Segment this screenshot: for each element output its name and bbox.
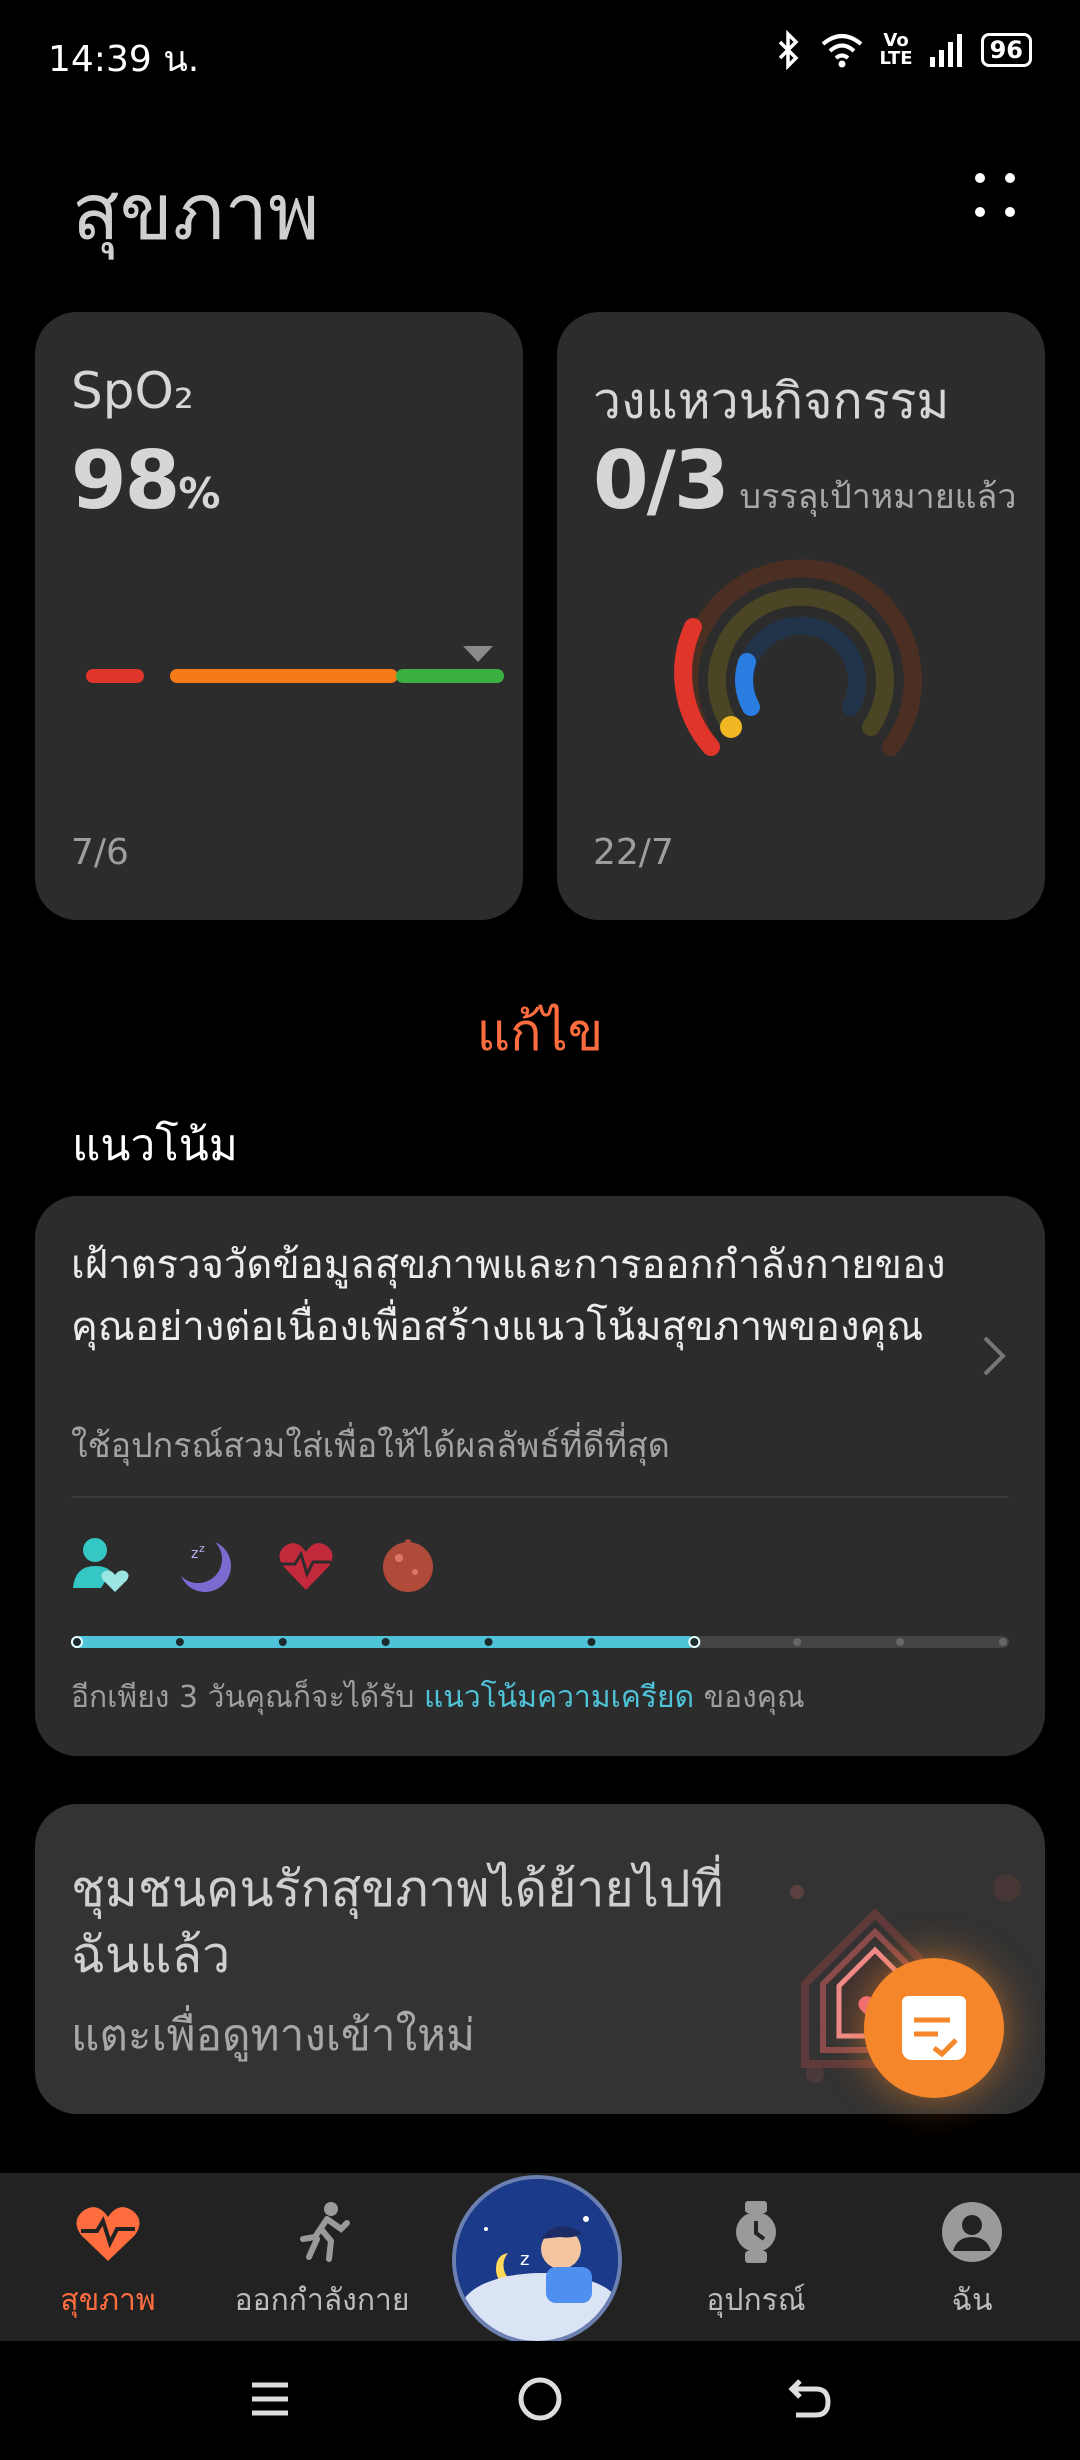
progress-step-dot xyxy=(688,1636,701,1648)
sleep-center-icon: z xyxy=(456,2179,618,2341)
heart-rate-icon xyxy=(279,1543,333,1590)
spo2-range-bar xyxy=(86,646,504,683)
nav-me-label: ฉัน xyxy=(951,2283,993,2318)
wifi-icon xyxy=(821,34,862,68)
ring-value: 0/3 xyxy=(593,434,730,527)
progress-step-dot xyxy=(175,1638,184,1646)
community-subtitle: แตะเพื่อดูทางเข้าใหม่ xyxy=(71,2010,476,2061)
heart-pulse-icon xyxy=(76,2207,140,2261)
checklist-note-icon xyxy=(902,1996,966,2060)
trends-section-title: แนวโน้ม xyxy=(72,1120,238,1171)
status-time: 14:39 น. xyxy=(48,39,200,80)
trends-note-post: ของคุณ xyxy=(694,1680,805,1715)
svg-text:z: z xyxy=(191,1546,198,1562)
progress-step-dot xyxy=(896,1638,905,1646)
progress-step-dot xyxy=(999,1638,1007,1646)
edit-button[interactable]: แก้ไข xyxy=(0,990,1080,1073)
progress-step-dot xyxy=(278,1638,287,1646)
battery-level: 96 xyxy=(980,33,1032,67)
divider xyxy=(71,1496,1009,1498)
ring-sub: บรรลุเป้าหมายแล้ว xyxy=(739,477,1017,517)
ring-value-row: 0/3 บรรลุเป้าหมายแล้ว xyxy=(593,434,1016,527)
nav-exercise[interactable]: ออกกำลังกาย xyxy=(222,2201,422,2324)
home-icon[interactable] xyxy=(510,2369,570,2429)
floating-report-button[interactable] xyxy=(864,1958,1004,2098)
svg-text:z: z xyxy=(199,1542,205,1555)
spo2-unit: % xyxy=(178,469,220,518)
nav-me[interactable]: ฉัน xyxy=(872,2201,1072,2324)
progress-step-dot xyxy=(71,1636,83,1648)
running-icon xyxy=(300,2202,350,2262)
progress-step-dot xyxy=(484,1638,493,1646)
nav-health-label: สุขภาพ xyxy=(60,2283,156,2318)
nav-exercise-label: ออกกำลังกาย xyxy=(234,2283,410,2318)
spo2-marker-icon xyxy=(463,646,493,662)
menu-icon[interactable] xyxy=(240,2369,300,2429)
profile-icon xyxy=(942,2202,1002,2262)
spo2-value-row: 98% xyxy=(71,434,220,527)
volte-bottom: LTE xyxy=(879,48,913,69)
svg-text:z: z xyxy=(520,2249,529,2270)
ring-label: วงแหวนกิจกรรม xyxy=(593,372,950,430)
community-title: ชุมชนคนรักสุขภาพได้ย้ายไปที่ฉันแล้ว xyxy=(71,1860,724,1984)
more-options-icon[interactable] xyxy=(960,160,1030,230)
signal-icon xyxy=(929,34,962,67)
nav-health[interactable]: สุขภาพ xyxy=(8,2201,208,2324)
person-heart-icon xyxy=(73,1538,129,1592)
status-bar: 14:39 น. Vo LTE 96 xyxy=(0,0,1080,110)
stress-trend-link[interactable]: แนวโน้มความเครียด xyxy=(424,1680,694,1715)
ring-date: 22/7 xyxy=(593,832,674,873)
back-icon[interactable] xyxy=(780,2369,840,2429)
spo2-date: 7/6 xyxy=(71,832,129,873)
trends-progress-bar xyxy=(71,1636,1009,1648)
chevron-right-icon[interactable] xyxy=(969,1326,1019,1386)
trends-hint: ใช้อุปกรณ์สวมใส่เพื่อให้ได้ผลลัพธ์ที่ดีท… xyxy=(71,1426,670,1466)
activity-rings-icon xyxy=(674,559,922,756)
trends-note: อีกเพียง 3 วันคุณก็จะได้รับ แนวโน้มความเ… xyxy=(71,1674,805,1721)
status-icons: Vo LTE 96 xyxy=(774,30,1032,70)
spo2-value: 98 xyxy=(71,434,180,527)
system-navigation xyxy=(0,2341,1080,2460)
trends-card[interactable]: เฝ้าตรวจวัดข้อมูลสุขภาพและการออกกำลังกาย… xyxy=(35,1196,1045,1756)
progress-step-dot xyxy=(587,1638,596,1646)
sleep-moon-icon: z z xyxy=(181,1542,231,1592)
bluetooth-icon xyxy=(778,30,798,70)
activity-ring-card[interactable]: วงแหวนกิจกรรม 0/3 บรรลุเป้าหมายแล้ว 22/7 xyxy=(557,312,1045,920)
nav-sleep-center[interactable]: z xyxy=(452,2175,622,2345)
spo2-card[interactable]: SpO₂ 98% 7/6 xyxy=(35,312,523,920)
nav-devices-label: อุปกรณ์ xyxy=(706,2283,806,2318)
stress-icon xyxy=(383,1539,433,1592)
progress-step-dot xyxy=(793,1638,802,1646)
trends-note-pre: อีกเพียง 3 วันคุณก็จะได้รับ xyxy=(71,1680,424,1715)
nav-devices[interactable]: อุปกรณ์ xyxy=(656,2201,856,2324)
watch-icon xyxy=(736,2201,776,2263)
spo2-label: SpO₂ xyxy=(71,362,194,420)
progress-step-dot xyxy=(381,1638,390,1646)
trends-description: เฝ้าตรวจวัดข้อมูลสุขภาพและการออกกำลังกาย… xyxy=(71,1242,946,1350)
page-title: สุขภาพ xyxy=(72,168,320,258)
volte-indicator: Vo LTE xyxy=(880,32,913,68)
